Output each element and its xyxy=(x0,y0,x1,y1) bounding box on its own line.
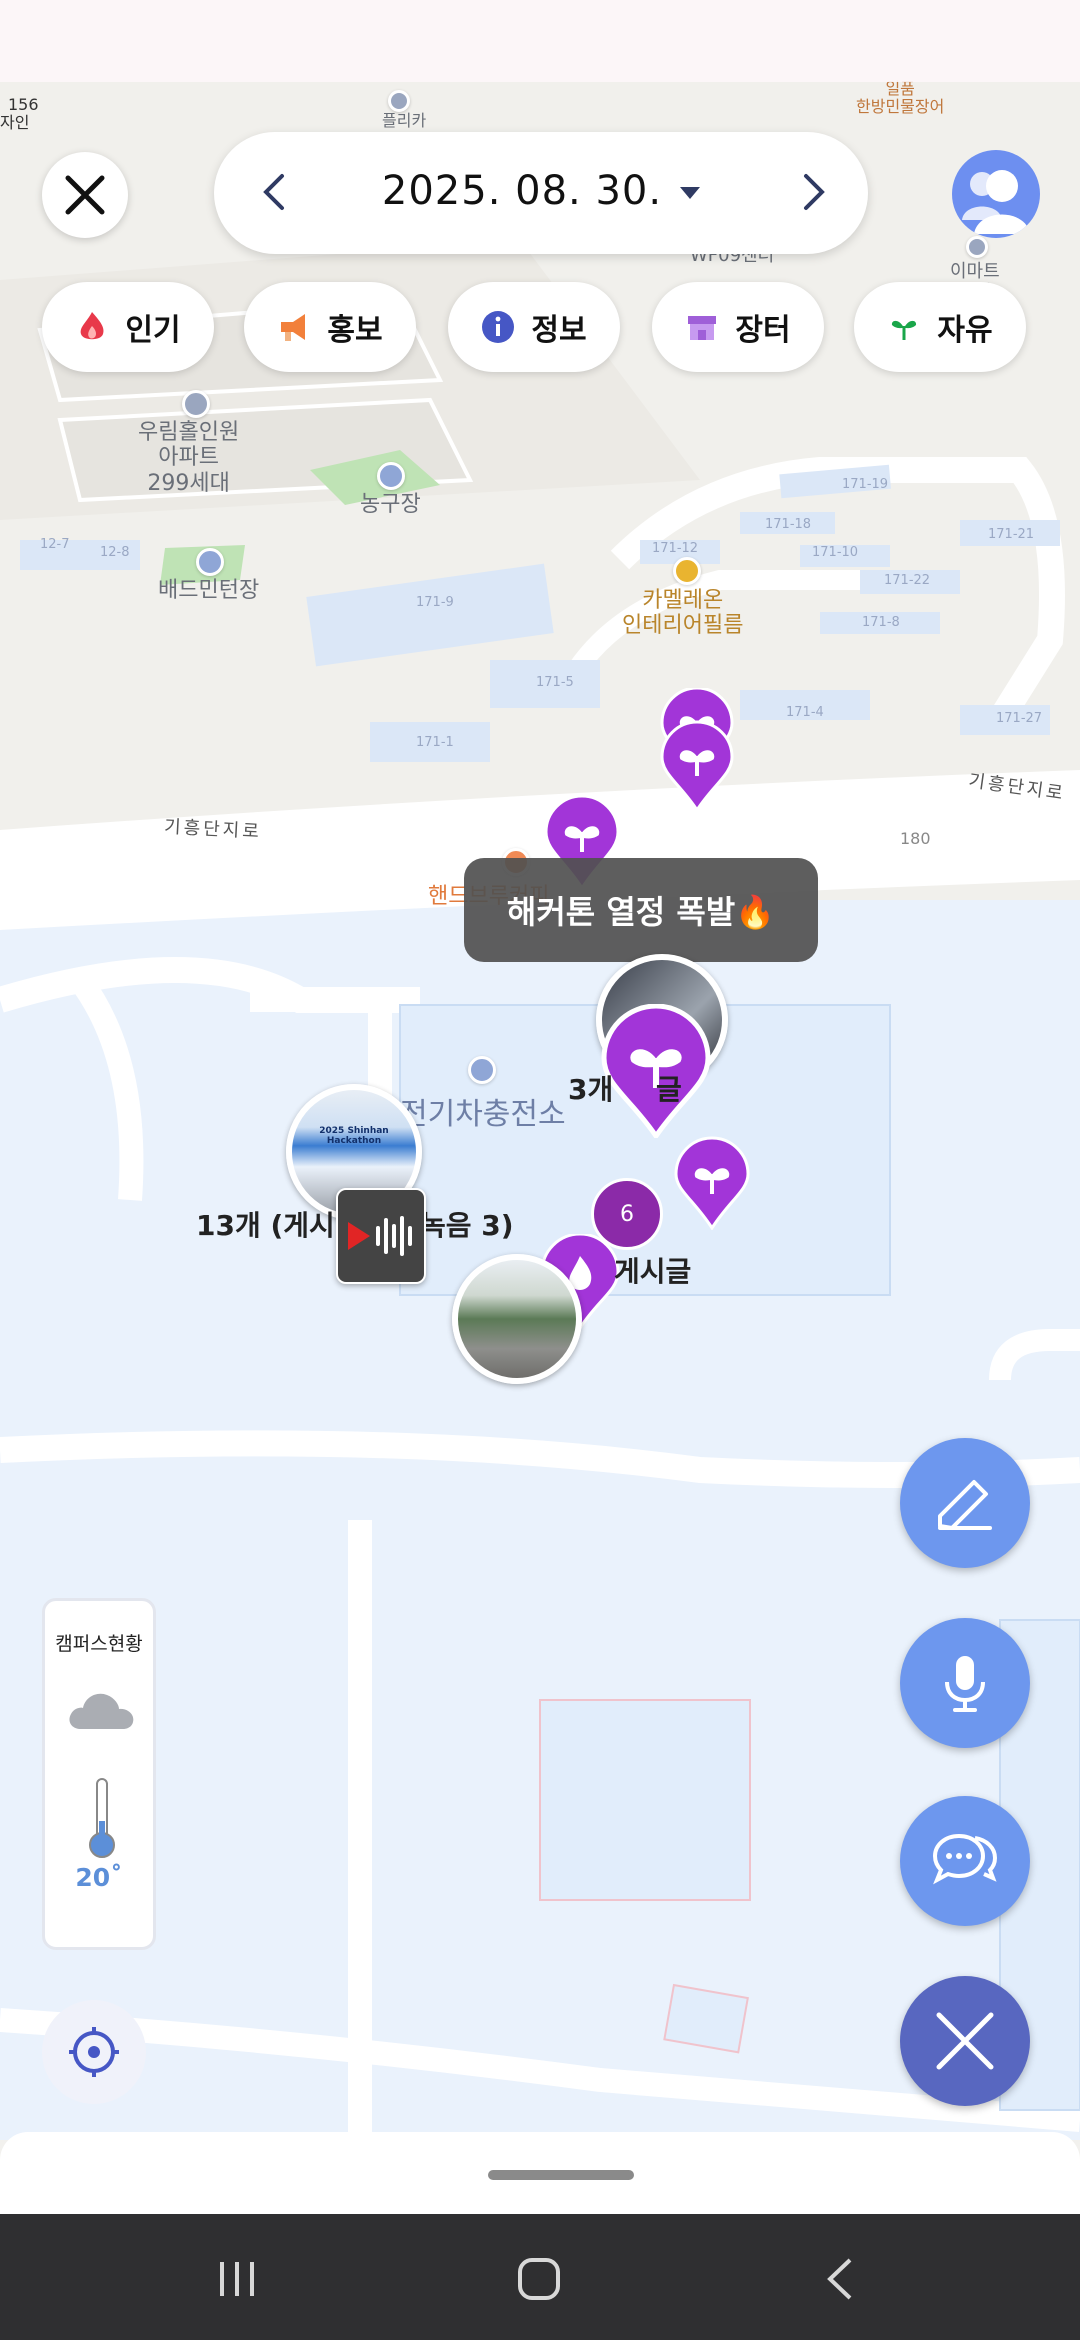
dropdown-caret-icon xyxy=(680,187,701,199)
map-label-lot: 171-22 xyxy=(884,573,931,588)
map-label-badminton: 배드민턴장 xyxy=(158,578,260,603)
ev-charger-poi-icon xyxy=(468,1056,496,1084)
post-bubble[interactable]: 해커톤 열정 폭발🔥 xyxy=(464,858,818,962)
status-bar xyxy=(0,0,1080,82)
map-label-lot: 171-18 xyxy=(765,517,812,532)
badminton-poi-icon xyxy=(196,548,224,576)
basketball-poi-icon xyxy=(377,462,405,490)
info-icon xyxy=(482,311,515,343)
map-label-lot: 171-27 xyxy=(996,711,1043,726)
category-chip-free[interactable]: 자유 xyxy=(854,282,1026,372)
chevron-right-icon[interactable] xyxy=(792,172,832,212)
posts-label: 게시글 xyxy=(614,1255,692,1288)
crosshair-icon xyxy=(69,2027,119,2077)
sprout-pin-marker-large[interactable] xyxy=(600,1004,712,1138)
cloud-icon xyxy=(69,1693,134,1729)
temperature-label: 20˚ xyxy=(75,1863,123,1892)
thermometer-icon xyxy=(89,1778,115,1858)
close-menu-button[interactable] xyxy=(900,1976,1030,2106)
photo-marker[interactable] xyxy=(452,1254,582,1384)
map-label-156: 156 xyxy=(8,95,39,114)
map-label-lot: 171-21 xyxy=(988,527,1035,542)
fire-icon xyxy=(81,312,104,340)
megaphone-icon xyxy=(281,314,306,341)
cluster-summary-label: 13개 (게시 xyxy=(196,1209,335,1242)
system-nav-bar xyxy=(0,2214,1080,2340)
map-label-lot: 171-10 xyxy=(812,545,859,560)
category-chip-info[interactable]: 정보 xyxy=(448,282,620,372)
back-icon xyxy=(827,2258,852,2300)
interior-poi-icon xyxy=(673,557,701,585)
category-chip-promotion[interactable]: 홍보 xyxy=(244,282,416,372)
map-label-lot: 180 xyxy=(900,829,931,848)
category-label: 자유 xyxy=(937,313,993,348)
emart-poi-icon xyxy=(966,236,988,258)
shop-icon xyxy=(688,316,717,340)
home-button[interactable] xyxy=(504,2244,574,2314)
close-icon xyxy=(936,2012,994,2070)
back-button[interactable] xyxy=(806,2244,876,2314)
sprout-pin-marker[interactable] xyxy=(660,720,734,812)
recent-apps-button[interactable] xyxy=(202,2244,272,2314)
voice-record-button[interactable] xyxy=(900,1618,1030,1748)
map-label-apartment: 우림홀인원 아파트 299세대 xyxy=(138,420,240,496)
date-selector[interactable]: 2025. 08. 30. xyxy=(214,132,868,254)
map-label-lot: 171-19 xyxy=(842,477,889,492)
plika-poi-icon xyxy=(388,90,410,112)
pencil-icon xyxy=(938,1480,992,1530)
map-label-basketball: 농구장 xyxy=(360,492,421,517)
my-location-button[interactable] xyxy=(42,2000,146,2104)
date-label[interactable]: 2025. 08. 30. xyxy=(214,168,868,214)
category-label: 홍보 xyxy=(327,313,383,348)
audio-post-marker[interactable] xyxy=(336,1188,426,1284)
apartment-poi-icon xyxy=(182,390,210,418)
map-label-lot: 171-5 xyxy=(536,675,574,690)
category-label: 장터 xyxy=(735,313,791,348)
category-label: 인기 xyxy=(125,313,181,348)
sprout-pin-marker[interactable] xyxy=(674,1136,750,1230)
category-label: 정보 xyxy=(531,313,587,348)
campus-status-title: 캠퍼스현황 xyxy=(55,1633,143,1655)
microphone-icon xyxy=(945,1656,985,1712)
campus-status-widget[interactable]: 캠퍼스현황 20˚ xyxy=(42,1598,156,1950)
map-label-lot: 171-12 xyxy=(652,541,699,556)
bottom-sheet[interactable] xyxy=(0,2132,1080,2214)
chat-bubbles-icon xyxy=(932,1833,998,1885)
map-label-lot: 171-8 xyxy=(862,615,900,630)
cluster-summary-label-suffix: 녹음 3) xyxy=(420,1209,514,1242)
map-label-plika: 플리카 xyxy=(382,111,427,130)
recent-apps-icon xyxy=(220,2262,254,2296)
drag-handle[interactable] xyxy=(488,2170,634,2180)
map-label-interior: 카멜레온 인테리어필름 xyxy=(622,588,744,639)
home-icon xyxy=(518,2258,560,2300)
map-label-lot: 12-8 xyxy=(100,545,130,560)
chat-button[interactable] xyxy=(900,1796,1030,1926)
avatar[interactable] xyxy=(952,150,1040,238)
category-chip-market[interactable]: 장터 xyxy=(652,282,824,372)
map-label-lot: 12-7 xyxy=(40,537,70,552)
map-label-ev-charger: 전기차충전소 xyxy=(400,1097,566,1132)
close-icon xyxy=(65,175,105,215)
cluster-count-label-suffix: 글 xyxy=(656,1073,682,1106)
map-label-design: 자인 xyxy=(0,113,30,132)
map-label-ilpum: 일품 한방민물장어 xyxy=(856,79,945,117)
close-button[interactable] xyxy=(42,152,128,238)
category-chip-popular[interactable]: 인기 xyxy=(42,282,214,372)
map-label-lot: 171-1 xyxy=(416,735,454,750)
map-label-lot: 171-9 xyxy=(416,595,454,610)
write-post-button[interactable] xyxy=(900,1438,1030,1568)
sprout-icon xyxy=(892,320,917,340)
cluster-count-label: 3개 xyxy=(568,1073,614,1106)
map-label-lot: 171-4 xyxy=(786,705,824,720)
